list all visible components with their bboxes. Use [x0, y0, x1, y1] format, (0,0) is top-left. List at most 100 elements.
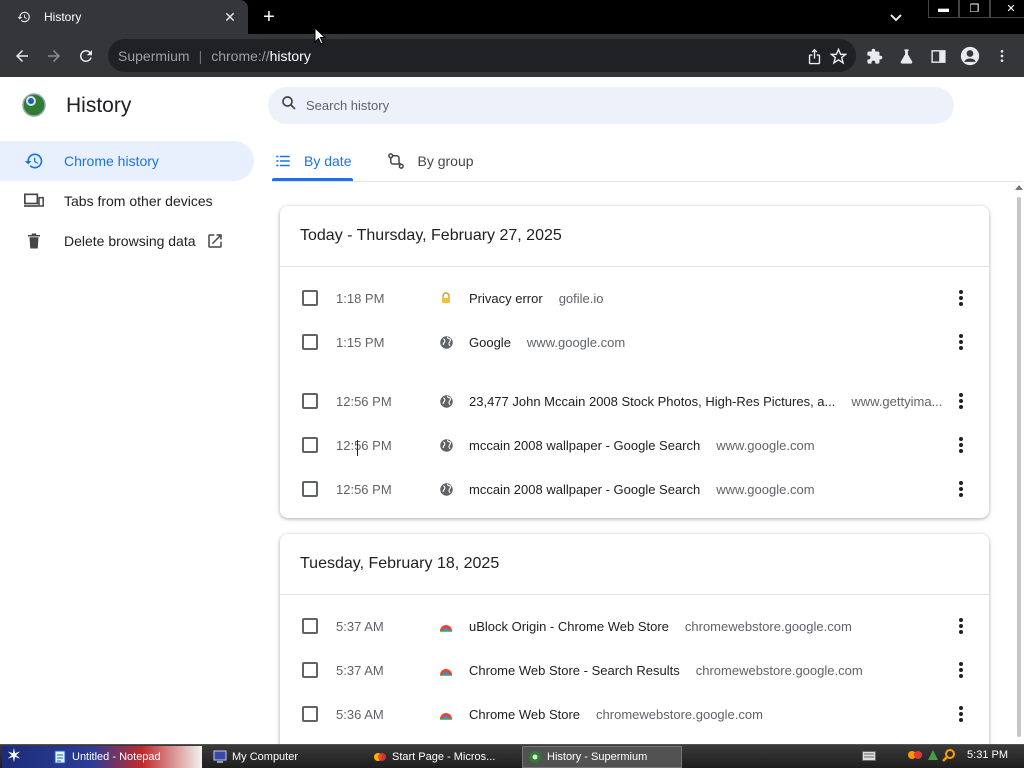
search-icon[interactable]	[942, 748, 956, 767]
address-bar[interactable]: Supermium | chrome://history	[108, 39, 856, 72]
site-name: Supermium	[118, 47, 190, 64]
search-box[interactable]	[268, 87, 954, 124]
entry-link[interactable]: mccain 2008 wallpaper - Google Search www…	[469, 482, 815, 497]
history-entry-row[interactable]: 1:18 PM Privacy error gofile.io	[280, 276, 989, 320]
entry-checkbox[interactable]	[302, 290, 318, 306]
history-icon	[24, 151, 44, 171]
more-actions-icon[interactable]	[950, 703, 972, 725]
start-star-icon[interactable]: ✶	[6, 746, 28, 768]
share-icon[interactable]	[802, 44, 826, 68]
entry-link[interactable]: Chrome Web Store chromewebstore.google.co…	[469, 707, 763, 722]
history-entry-row[interactable]: 12:56 PM mccain 2008 wallpaper - Google …	[280, 423, 989, 467]
scrollbar-thumb[interactable]	[1017, 197, 1021, 737]
entry-checkbox[interactable]	[302, 481, 318, 497]
entry-title: Chrome Web Store	[469, 706, 581, 722]
more-actions-icon[interactable]	[950, 390, 972, 412]
taskbar-item-notepad[interactable]: Untitled - Notepad	[48, 746, 202, 768]
entry-link[interactable]: 23,477 John Mccain 2008 Stock Photos, Hi…	[469, 394, 942, 409]
entry-checkbox[interactable]	[302, 662, 318, 678]
page-scrollbar[interactable]	[1014, 185, 1024, 744]
web-store-icon	[438, 662, 454, 678]
entry-checkbox[interactable]	[302, 618, 318, 634]
entry-title: Google	[469, 334, 511, 350]
entry-domain: www.google.com	[716, 481, 815, 497]
browser-tab-history[interactable]: History ✕	[0, 0, 248, 34]
minimize-button[interactable]: ▬	[928, 0, 959, 18]
entry-link[interactable]: mccain 2008 wallpaper - Google Search www…	[469, 438, 815, 453]
search-icon	[280, 94, 298, 117]
entry-link[interactable]: Google www.google.com	[469, 335, 625, 350]
supermium-logo-icon	[22, 93, 46, 117]
taskbar-item-label: Untitled - Notepad	[72, 751, 161, 763]
entry-checkbox[interactable]	[302, 706, 318, 722]
entry-link[interactable]: Chrome Web Store - Search Results chromew…	[469, 663, 863, 678]
list-icon	[274, 152, 292, 170]
globe-icon	[438, 393, 454, 409]
new-tab-button[interactable]: +	[258, 6, 280, 28]
taskbar-item-history-supermium[interactable]: History - Supermium	[522, 746, 682, 768]
sidebar-item-other-devices[interactable]: Tabs from other devices	[0, 181, 254, 221]
more-actions-icon[interactable]	[950, 615, 972, 637]
profile-avatar-icon[interactable]	[958, 44, 982, 68]
search-input[interactable]	[306, 98, 906, 113]
day-heading: Today - Thursday, February 27, 2025	[280, 206, 989, 267]
entry-checkbox[interactable]	[302, 393, 318, 409]
url-scheme: chrome://	[211, 47, 270, 64]
network-icon[interactable]	[926, 748, 940, 767]
entry-domain: chromewebstore.google.com	[596, 706, 763, 722]
taskbar-item-my-computer[interactable]: My Computer	[208, 746, 360, 768]
reload-icon[interactable]	[74, 44, 98, 68]
taskbar-item-label: History - Supermium	[547, 751, 648, 763]
sidebar-item-delete-browsing-data[interactable]: Delete browsing data	[0, 221, 254, 261]
entry-title: mccain 2008 wallpaper - Google Search	[469, 437, 701, 453]
taskbar-clock: 5:31 PM	[967, 749, 1008, 761]
tab-title: History	[44, 10, 82, 24]
sidebar-item-label: Delete browsing data	[64, 233, 196, 249]
side-panel-icon[interactable]	[926, 44, 950, 68]
tab-strip: History ✕ + ▬ ❐ ✕	[0, 0, 1024, 34]
more-actions-icon[interactable]	[950, 287, 972, 309]
extensions-icon[interactable]	[862, 44, 886, 68]
restore-button[interactable]: ❐	[959, 0, 990, 18]
more-actions-icon[interactable]	[950, 659, 972, 681]
group-icon	[387, 152, 405, 170]
tab-by-date[interactable]: By date	[272, 141, 354, 181]
entry-link[interactable]: Privacy error gofile.io	[469, 291, 604, 306]
tab-label: By group	[417, 153, 474, 169]
keyboard-icon[interactable]	[862, 748, 876, 766]
entry-time: 12:56 PM	[336, 481, 392, 497]
more-actions-icon[interactable]	[950, 434, 972, 456]
forward-arrow-icon[interactable]	[42, 44, 66, 68]
bookmark-star-icon[interactable]	[826, 44, 850, 68]
entry-link[interactable]: uBlock Origin - Chrome Web Store chromewe…	[469, 619, 852, 634]
entry-checkbox[interactable]	[302, 334, 318, 350]
scroll-up-arrow-icon[interactable]	[1015, 185, 1023, 190]
history-entry-row[interactable]: 5:37 AM Chrome Web Store - Search Result…	[280, 648, 989, 692]
labs-flask-icon[interactable]	[894, 44, 918, 68]
taskbar-item-start-page[interactable]: Start Page - Micros...	[368, 746, 518, 768]
history-entry-row[interactable]: 12:56 PM mccain 2008 wallpaper - Google …	[280, 467, 989, 511]
history-day-card: Today - Thursday, February 27, 2025 1:18…	[280, 206, 989, 518]
history-entry-row[interactable]: 5:37 AM uBlock Origin - Chrome Web Store…	[280, 604, 989, 648]
history-entry-row[interactable]: 1:15 PM Google www.google.com	[280, 320, 989, 364]
text-cursor	[357, 440, 358, 456]
more-actions-icon[interactable]	[950, 478, 972, 500]
entry-domain: chromewebstore.google.com	[684, 618, 852, 634]
page-title: History	[66, 94, 132, 117]
sidebar-item-chrome-history[interactable]: Chrome history	[0, 141, 254, 181]
menu-kebab-icon[interactable]	[990, 44, 1014, 68]
globe-icon	[438, 334, 454, 350]
close-tab-icon[interactable]: ✕	[220, 7, 240, 27]
tab-search-icon[interactable]	[886, 8, 906, 28]
tab-by-group[interactable]: By group	[385, 141, 475, 181]
more-actions-icon[interactable]	[950, 331, 972, 353]
entry-title: mccain 2008 wallpaper - Google Search	[469, 481, 701, 497]
history-icon	[14, 7, 34, 27]
history-entry-row[interactable]: 5:36 AM Chrome Web Store chromewebstore.g…	[280, 692, 989, 736]
entry-domain: gofile.io	[558, 290, 604, 306]
tray-app-icon[interactable]	[908, 748, 924, 767]
history-entry-row[interactable]: 12:56 PM 23,477 John Mccain 2008 Stock P…	[280, 379, 989, 423]
close-window-button[interactable]: ✕	[990, 0, 1024, 18]
entry-checkbox[interactable]	[302, 437, 318, 453]
back-arrow-icon[interactable]	[10, 44, 34, 68]
